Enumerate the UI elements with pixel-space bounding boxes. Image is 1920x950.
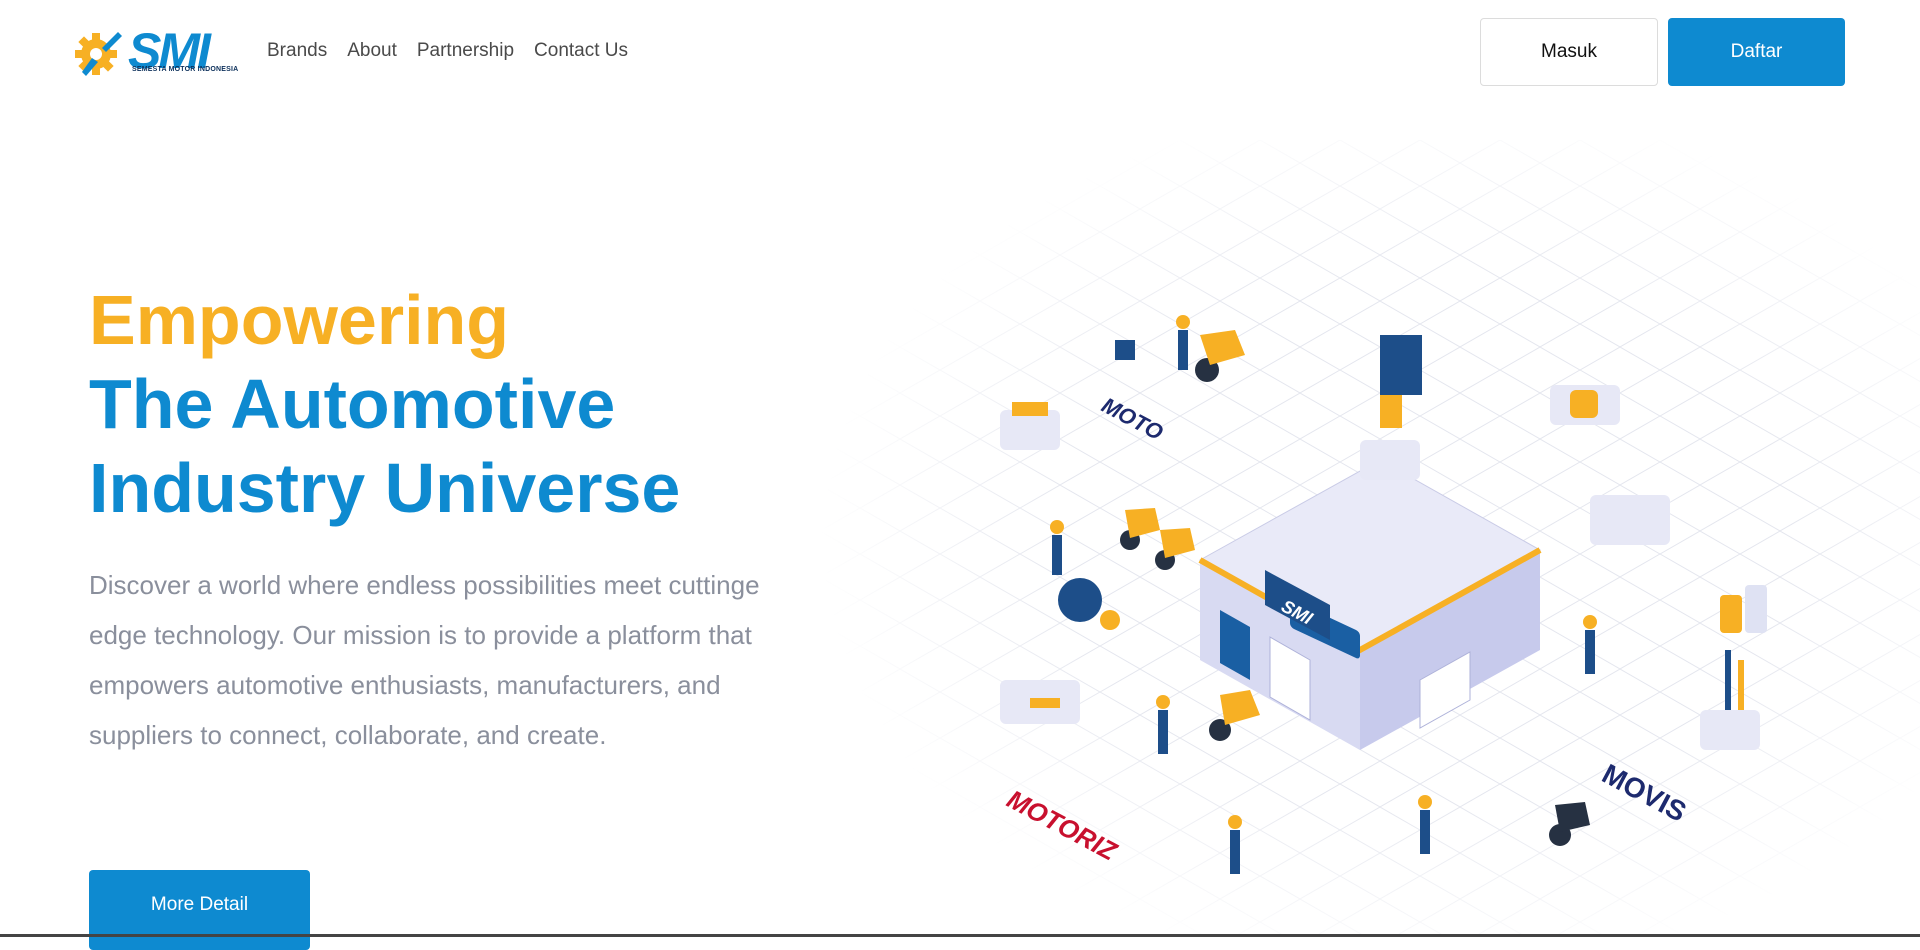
nav-link-contact[interactable]: Contact Us bbox=[534, 40, 628, 62]
register-button[interactable]: Daftar bbox=[1668, 18, 1845, 86]
hero-title-line2: The Automotive bbox=[89, 365, 616, 443]
smi-logo[interactable]: SMI SEMESTA MOTOR INDONESIA bbox=[72, 23, 239, 80]
isometric-automotive-illustration: SMI MOTO MOTORIZ MOVIS bbox=[820, 140, 1920, 937]
hero-description: Discover a world where endless possibili… bbox=[89, 570, 760, 750]
logo-tagline: SEMESTA MOTOR INDONESIA bbox=[132, 66, 239, 73]
nav-links: Brands About Partnership Contact Us bbox=[267, 40, 628, 62]
gear-wrench-icon bbox=[75, 32, 122, 76]
hero-title-line1: Empowering bbox=[89, 281, 510, 359]
hero-title-line3: Industry Universe bbox=[89, 449, 681, 527]
hero-title: Empowering The Automotive Industry Unive… bbox=[89, 278, 680, 530]
navbar: SMI SEMESTA MOTOR INDONESIA Brands About… bbox=[0, 0, 1920, 103]
nav-link-partnership[interactable]: Partnership bbox=[417, 40, 514, 62]
nav-link-brands[interactable]: Brands bbox=[267, 40, 327, 62]
nav-link-about[interactable]: About bbox=[347, 40, 397, 62]
more-detail-button[interactable]: More Detail bbox=[89, 870, 310, 950]
login-button[interactable]: Masuk bbox=[1480, 18, 1658, 86]
